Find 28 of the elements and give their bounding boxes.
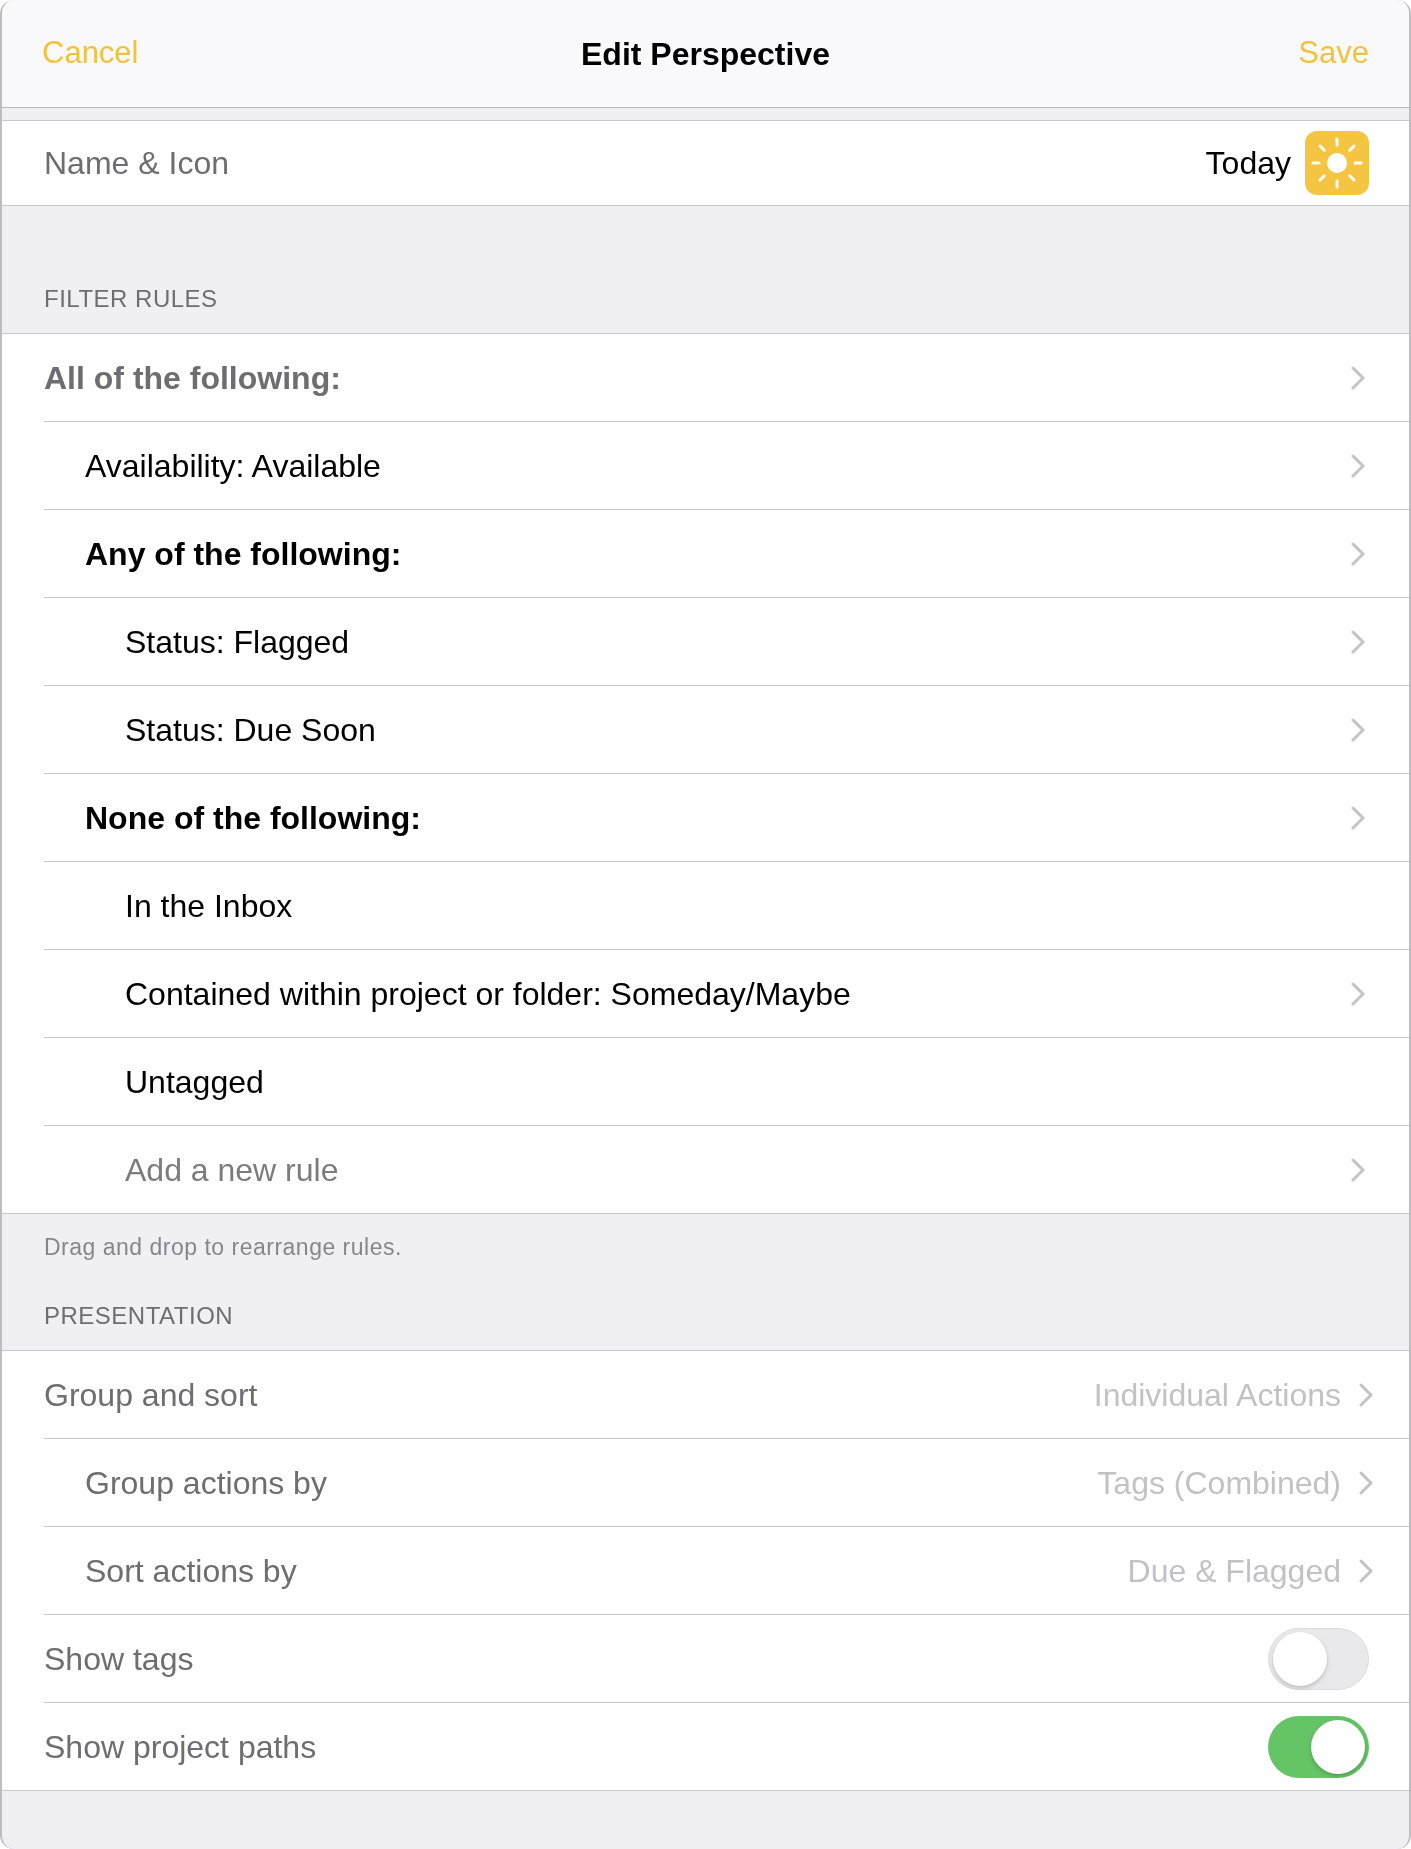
perspective-name: Today xyxy=(1205,144,1291,183)
footer-note: Drag and drop to rearrange rules. xyxy=(44,1233,403,1262)
rule-row[interactable]: All of the following: xyxy=(2,334,1409,421)
section-header: FILTER RULES xyxy=(44,284,218,314)
setting-label: Show project paths xyxy=(44,1727,317,1767)
sheet-title: Edit Perspective xyxy=(581,34,830,74)
rule-row[interactable]: Availability: Available xyxy=(2,422,1409,509)
rule-row[interactable]: Add a new rule xyxy=(2,1126,1409,1213)
chevron-icon xyxy=(1359,1558,1373,1583)
rule-row[interactable]: Any of the following: xyxy=(2,510,1409,597)
name-icon-row[interactable]: Name & Icon Today xyxy=(2,120,1409,206)
rule-row[interactable]: Contained within project or folder: Someday/Maybe xyxy=(2,950,1409,1037)
rule-row[interactable]: Untagged xyxy=(2,1038,1409,1125)
picker-value: Due & Flagged xyxy=(1127,1551,1341,1591)
rule-row[interactable]: None of the following: xyxy=(2,774,1409,861)
chevron-icon xyxy=(1359,1470,1373,1495)
section-header: PRESENTATION xyxy=(44,1301,235,1331)
rule-row[interactable]: Status: Flagged xyxy=(2,598,1409,685)
picker-row[interactable]: Group and sort Individual Actions xyxy=(2,1351,1409,1438)
rule-row[interactable]: In the Inbox xyxy=(2,862,1409,949)
sun-icon xyxy=(1305,131,1369,195)
picker-value: Individual Actions xyxy=(1093,1375,1341,1415)
setting-label: Show tags xyxy=(44,1639,194,1679)
rule-row[interactable]: Status: Due Soon xyxy=(2,686,1409,773)
picker-row[interactable]: Group actions by Tags (Combined) xyxy=(2,1439,1409,1526)
picker-row[interactable]: Sort actions by Due & Flagged xyxy=(2,1527,1409,1614)
chevron-icon xyxy=(1359,1382,1373,1407)
picker-value: Tags (Combined) xyxy=(1097,1463,1341,1503)
